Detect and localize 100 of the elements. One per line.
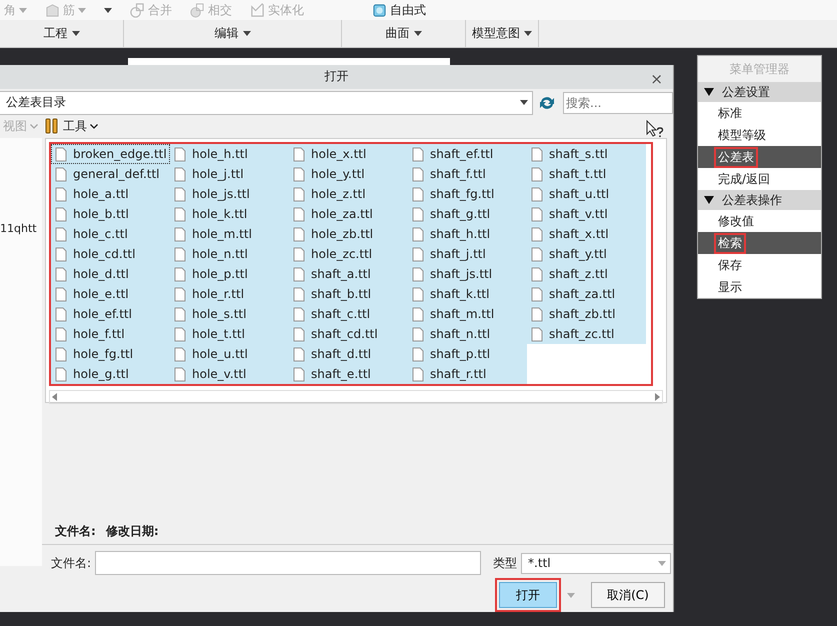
- file-item[interactable]: hole_u.ttl: [170, 344, 289, 364]
- caret-icon[interactable]: [414, 31, 422, 36]
- caret-icon: [19, 8, 27, 12]
- document-icon: [55, 246, 67, 262]
- file-item[interactable]: shaft_ef.ttl: [408, 144, 527, 164]
- menu-item[interactable]: 标准: [698, 102, 821, 124]
- file-item[interactable]: shaft_zc.ttl: [527, 324, 646, 344]
- document-icon: [174, 246, 186, 262]
- file-item[interactable]: shaft_x.ttl: [527, 224, 646, 244]
- document-icon: [293, 206, 305, 222]
- file-item[interactable]: hole_v.ttl: [170, 364, 289, 384]
- file-item[interactable]: shaft_r.ttl: [408, 364, 527, 384]
- file-item[interactable]: hole_b.ttl: [51, 204, 170, 224]
- file-item[interactable]: shaft_za.ttl: [527, 284, 646, 304]
- file-item[interactable]: shaft_m.ttl: [408, 304, 527, 324]
- ribbon-group-label[interactable]: 曲面: [386, 25, 410, 42]
- file-item[interactable]: broken_edge.ttl: [51, 144, 170, 164]
- file-item[interactable]: hole_j.ttl: [170, 164, 289, 184]
- document-icon: [55, 366, 67, 382]
- file-item[interactable]: hole_r.ttl: [170, 284, 289, 304]
- file-item[interactable]: hole_m.ttl: [170, 224, 289, 244]
- caret-icon[interactable]: [104, 8, 112, 12]
- file-item[interactable]: shaft_d.ttl: [289, 344, 408, 364]
- expand-triangle-icon[interactable]: [704, 196, 714, 204]
- ribbon-group-label[interactable]: 编辑: [214, 25, 238, 42]
- file-item[interactable]: shaft_js.ttl: [408, 264, 527, 284]
- file-item[interactable]: shaft_p.ttl: [408, 344, 527, 364]
- document-icon: [412, 226, 424, 242]
- menu-item[interactable]: 修改值: [698, 210, 821, 232]
- file-item[interactable]: hole_t.ttl: [170, 324, 289, 344]
- location-combo[interactable]: 公差表目录: [0, 90, 533, 114]
- file-item[interactable]: hole_a.ttl: [51, 184, 170, 204]
- type-combo[interactable]: *.ttl: [521, 552, 672, 574]
- file-item[interactable]: shaft_y.ttl: [527, 244, 646, 264]
- file-item[interactable]: shaft_v.ttl: [527, 204, 646, 224]
- file-item[interactable]: hole_za.ttl: [289, 204, 408, 224]
- scroll-left-icon[interactable]: [52, 393, 57, 401]
- file-item[interactable]: general_def.ttl: [51, 164, 170, 184]
- expand-triangle-icon[interactable]: [704, 88, 714, 96]
- file-item[interactable]: shaft_fg.ttl: [408, 184, 527, 204]
- file-item[interactable]: hole_f.ttl: [51, 324, 170, 344]
- ribbon-tool[interactable]: 自由式: [372, 2, 426, 18]
- menu-item[interactable]: 公差表: [698, 146, 821, 168]
- document-icon: [55, 166, 67, 182]
- file-item[interactable]: hole_c.ttl: [51, 224, 170, 244]
- file-item[interactable]: hole_k.ttl: [170, 204, 289, 224]
- file-item[interactable]: hole_d.ttl: [51, 264, 170, 284]
- ribbon-group-label[interactable]: 模型意图: [472, 25, 520, 42]
- toolbar-menu[interactable]: 工具: [44, 118, 98, 135]
- dialog-button[interactable]: 取消(C): [591, 582, 665, 608]
- help-pointer-icon[interactable]: [645, 120, 665, 138]
- file-item[interactable]: shaft_cd.ttl: [289, 324, 408, 344]
- caret-icon[interactable]: [242, 31, 250, 36]
- dialog-button[interactable]: 打开: [499, 582, 557, 608]
- scroll-right-icon[interactable]: [655, 393, 660, 401]
- folder-label[interactable]: 11qhtt: [0, 222, 37, 235]
- file-item[interactable]: shaft_h.ttl: [408, 224, 527, 244]
- ribbon-group-label[interactable]: 工程: [44, 25, 68, 42]
- file-item[interactable]: hole_zc.ttl: [289, 244, 408, 264]
- filename-field[interactable]: [95, 551, 482, 575]
- file-item[interactable]: hole_ef.ttl: [51, 304, 170, 324]
- file-item[interactable]: shaft_n.ttl: [408, 324, 527, 344]
- search-field[interactable]: 搜索...: [563, 92, 673, 114]
- file-item[interactable]: hole_x.ttl: [289, 144, 408, 164]
- menu-item[interactable]: 显示: [698, 276, 821, 298]
- file-item[interactable]: shaft_c.ttl: [289, 304, 408, 324]
- caret-icon[interactable]: [72, 31, 80, 36]
- file-item[interactable]: hole_p.ttl: [170, 264, 289, 284]
- merge-icon: [130, 2, 145, 18]
- file-item[interactable]: hole_h.ttl: [170, 144, 289, 164]
- menu-item[interactable]: 完成/返回: [698, 168, 821, 190]
- file-item[interactable]: shaft_k.ttl: [408, 284, 527, 304]
- file-item[interactable]: shaft_t.ttl: [527, 164, 646, 184]
- file-item[interactable]: shaft_a.ttl: [289, 264, 408, 284]
- file-item[interactable]: shaft_g.ttl: [408, 204, 527, 224]
- file-item[interactable]: hole_y.ttl: [289, 164, 408, 184]
- file-item[interactable]: shaft_b.ttl: [289, 284, 408, 304]
- caret-icon: [658, 560, 666, 566]
- file-item[interactable]: shaft_f.ttl: [408, 164, 527, 184]
- file-item[interactable]: shaft_u.ttl: [527, 184, 646, 204]
- close-button[interactable]: ×: [650, 70, 663, 88]
- file-item[interactable]: shaft_e.ttl: [289, 364, 408, 384]
- file-item[interactable]: hole_s.ttl: [170, 304, 289, 324]
- horizontal-scrollbar[interactable]: [49, 390, 663, 404]
- file-item[interactable]: shaft_j.ttl: [408, 244, 527, 264]
- file-item[interactable]: hole_z.ttl: [289, 184, 408, 204]
- menu-item[interactable]: 模型等级: [698, 124, 821, 146]
- file-item[interactable]: hole_e.ttl: [51, 284, 170, 304]
- file-item[interactable]: hole_zb.ttl: [289, 224, 408, 244]
- file-item[interactable]: hole_cd.ttl: [51, 244, 170, 264]
- file-item[interactable]: hole_js.ttl: [170, 184, 289, 204]
- file-item[interactable]: hole_n.ttl: [170, 244, 289, 264]
- caret-icon[interactable]: [524, 31, 532, 36]
- menu-item[interactable]: 保存: [698, 254, 821, 276]
- file-item[interactable]: hole_fg.ttl: [51, 344, 170, 364]
- file-item[interactable]: shaft_z.ttl: [527, 264, 646, 284]
- file-item[interactable]: hole_g.ttl: [51, 364, 170, 384]
- menu-item[interactable]: 检索: [698, 232, 821, 254]
- file-item[interactable]: shaft_s.ttl: [527, 144, 646, 164]
- file-item[interactable]: shaft_zb.ttl: [527, 304, 646, 324]
